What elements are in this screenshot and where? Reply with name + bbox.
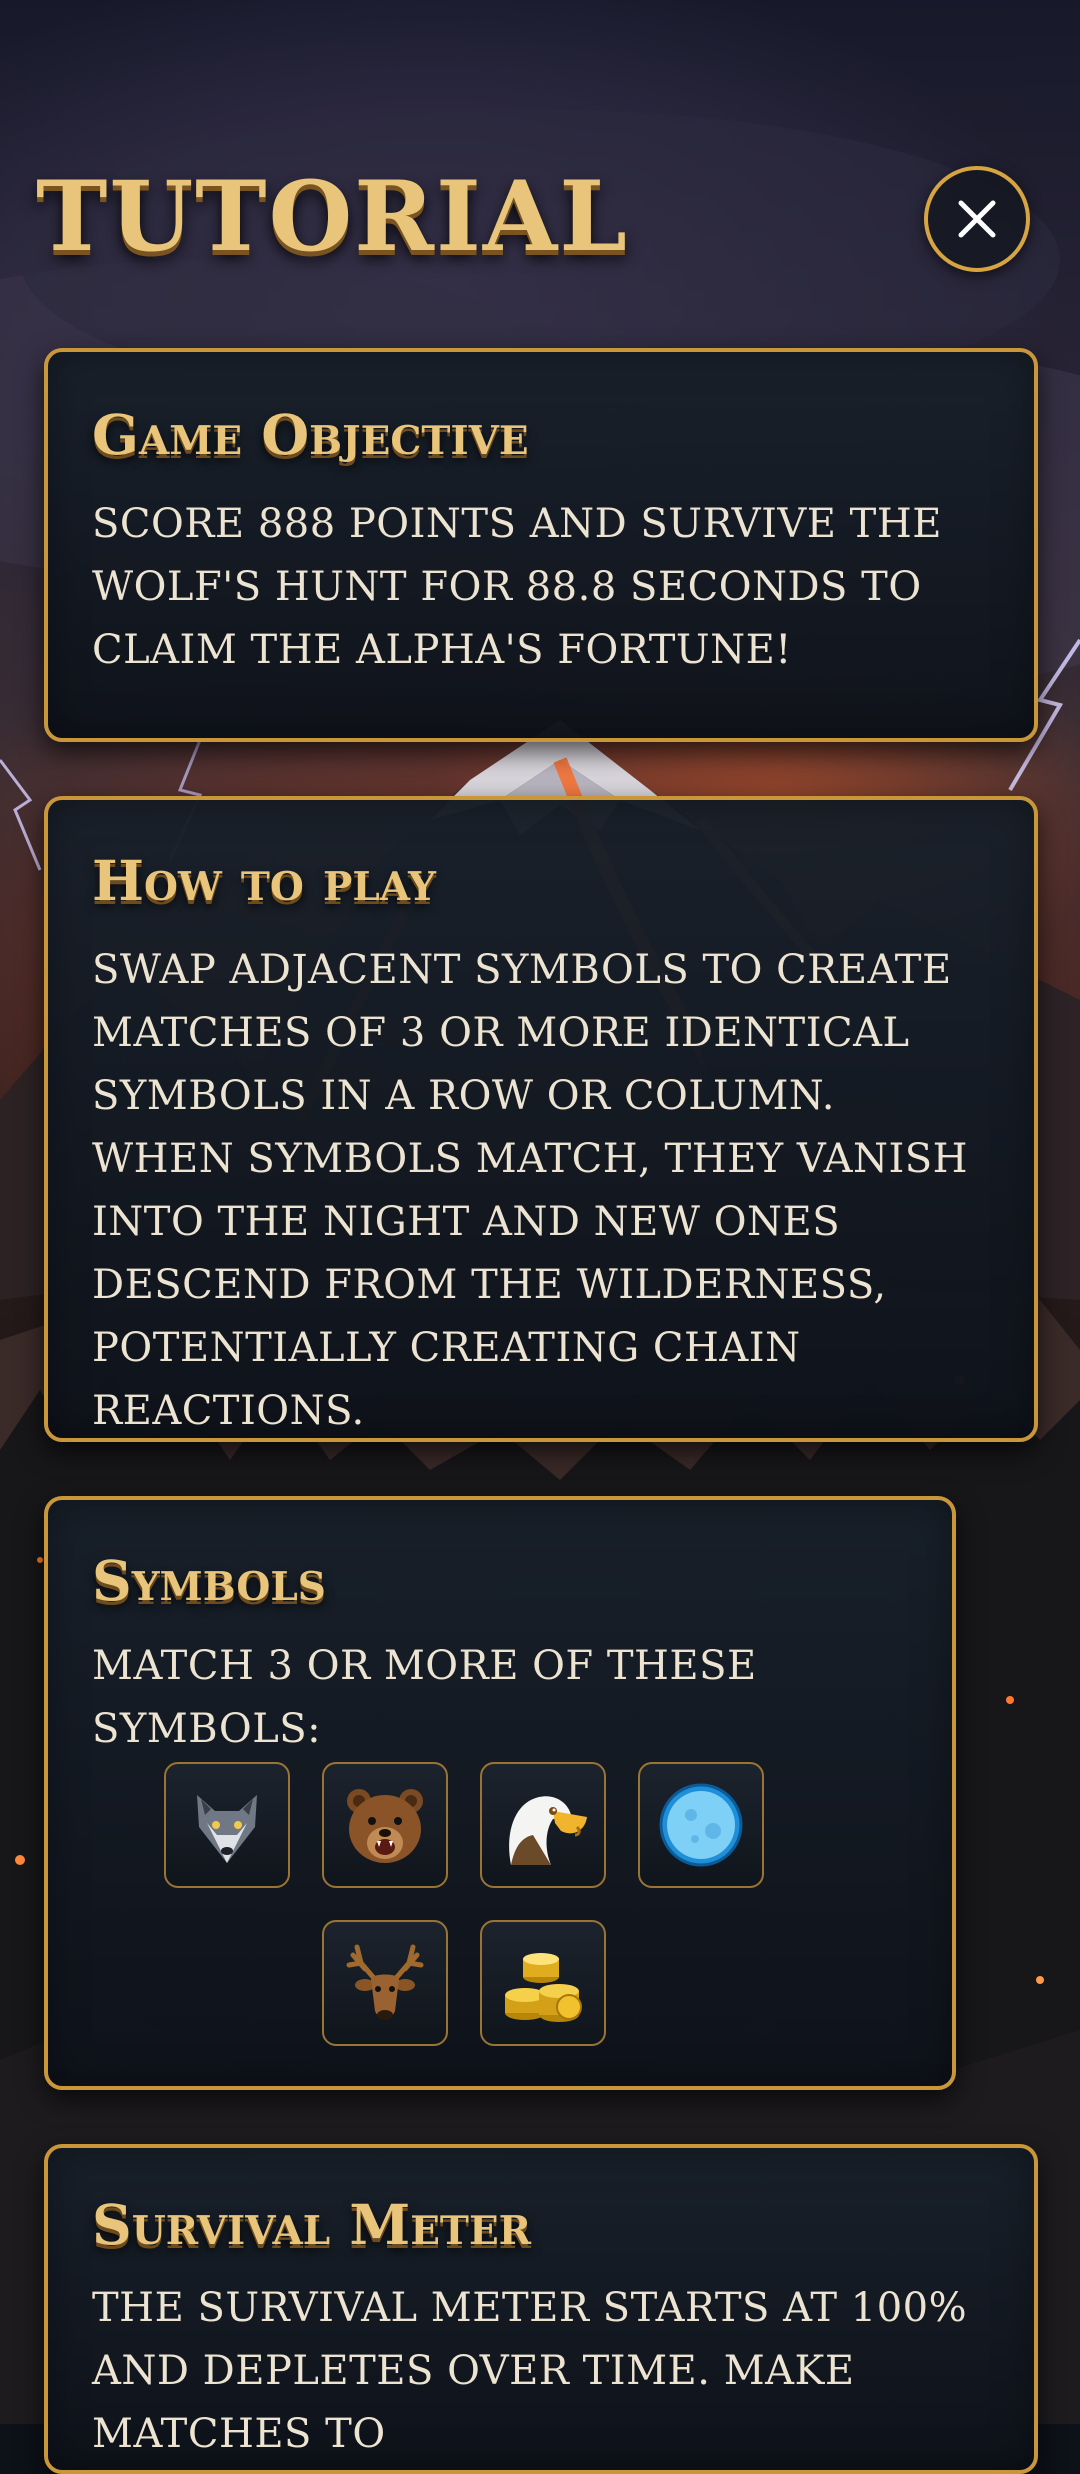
- how-to-play-text: Swap adjacent symbols to create matches …: [92, 947, 969, 1434]
- symbol-tile-wolf: [164, 1762, 290, 1888]
- wolf-icon: [197, 1795, 257, 1863]
- game-objective-text: Score 888 points and survive the wolf's …: [92, 501, 942, 673]
- bear-icon: [347, 1789, 423, 1863]
- how-to-play-heading: How to play: [92, 848, 436, 913]
- symbols-intro-text: Match 3 or more of these symbols:: [92, 1643, 757, 1752]
- symbols-panel: Symbols Match 3 or more of these symbols…: [44, 1496, 956, 2090]
- symbol-tile-eagle: [480, 1762, 606, 1888]
- gold-coins-icon: [505, 1953, 582, 2022]
- survival-meter-panel: Survival Meter The survival meter starts…: [44, 2144, 1038, 2474]
- deer-icon: [346, 1944, 424, 2020]
- close-button[interactable]: [924, 166, 1030, 272]
- symbol-tile-bear: [322, 1762, 448, 1888]
- how-to-play-panel: How to play Swap adjacent symbols to cre…: [44, 796, 1038, 1442]
- symbol-tile-gold-coins: [480, 1920, 606, 2046]
- moon-icon: [659, 1783, 743, 1867]
- symbols-grid: [92, 1762, 836, 2046]
- game-objective-panel: Game Objective Score 888 points and surv…: [44, 348, 1038, 742]
- eagle-icon: [509, 1796, 587, 1865]
- symbols-heading: Symbols: [92, 1548, 326, 1613]
- tutorial-title: TUTORIAL: [36, 160, 629, 273]
- symbol-tile-moon: [638, 1762, 764, 1888]
- game-objective-heading: Game Objective: [92, 402, 529, 467]
- symbol-tile-deer: [322, 1920, 448, 2046]
- survival-meter-heading: Survival Meter: [92, 2192, 532, 2257]
- survival-meter-text: The survival meter starts at 100% and de…: [92, 2285, 968, 2457]
- close-x-icon: [958, 200, 996, 238]
